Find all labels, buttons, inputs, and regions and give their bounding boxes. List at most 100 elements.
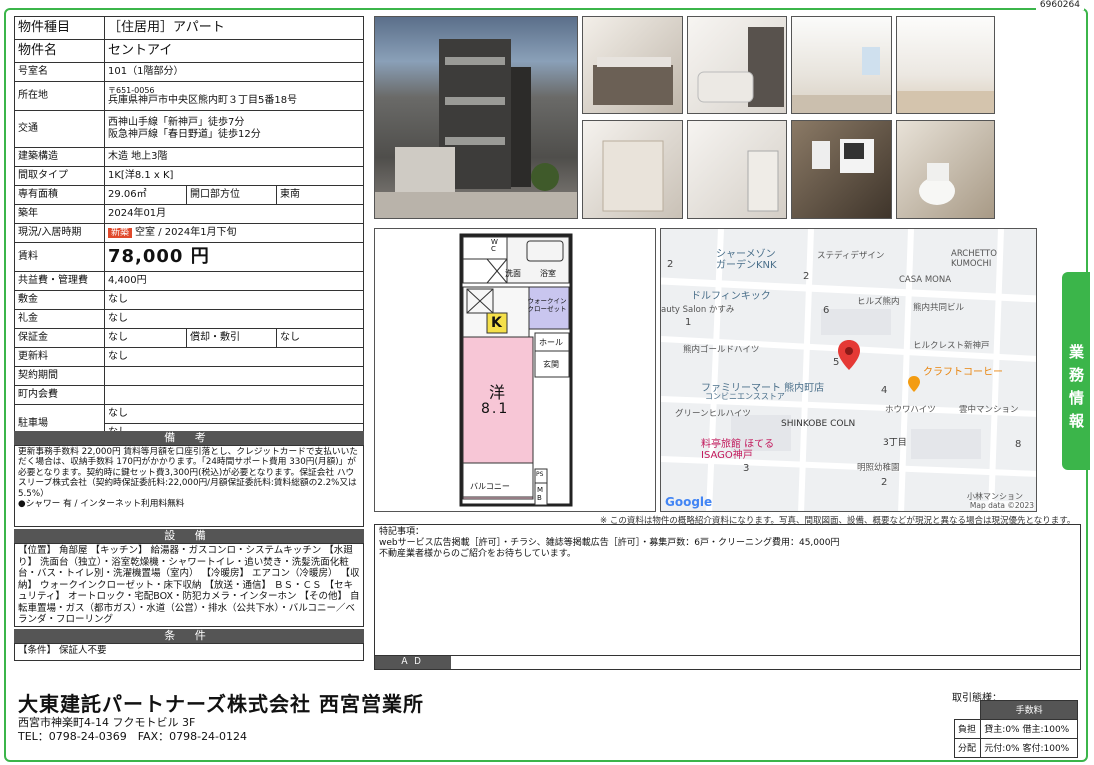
struct-label: 建築構造 xyxy=(14,147,105,167)
equipment-box: 【位置】 角部屋 【キッチン】 給湯器・ガスコンロ・システムキッチン 【水廻り】… xyxy=(14,543,364,627)
layout-value: 1K[洋8.1 x K] xyxy=(104,166,364,186)
status-cell: 新築 空室 / 2024年1月下旬 xyxy=(104,223,364,243)
company-name: 大東建託パートナーズ株式会社 西宮営業所 xyxy=(18,692,424,716)
map-label-2: ARCHETTO KUMOCHI xyxy=(951,249,997,269)
map-number-7: 8 xyxy=(1015,439,1022,450)
conditions-body: 【条件】 保証人不要 xyxy=(18,645,107,656)
map-label-3: CASA MONA xyxy=(899,275,952,285)
room-photo xyxy=(896,16,995,114)
term-value xyxy=(104,366,364,386)
dir-label: 開口部方位 xyxy=(186,185,277,205)
conditions-box: 【条件】 保証人不要 xyxy=(14,643,364,661)
map-label-8: 熊内ゴールドハイツ xyxy=(683,345,760,355)
assoc-value xyxy=(104,385,364,405)
location-pin-icon[interactable] xyxy=(837,339,861,371)
addr-zip: 〒651-0056 xyxy=(108,85,155,95)
built-value: 2024年01月 xyxy=(104,204,364,224)
map-label-12: クラフトコーヒー xyxy=(923,367,1003,378)
map-label-1: ステディデザイン xyxy=(817,251,885,261)
map-number-3: 6 xyxy=(823,305,830,316)
term-label: 契約期間 xyxy=(14,366,105,386)
floor-plan: W C 洗面 浴室 ウォークイン クローゼット K ホール 玄関 洋 8.1 バ… xyxy=(374,228,656,512)
room-label: 号室名 xyxy=(14,62,105,82)
map-label-14: ホウワハイツ xyxy=(885,405,936,415)
assoc-label: 町内会費 xyxy=(14,385,105,405)
map-label-0: シャーメゾン ガーデンKNK xyxy=(716,249,777,271)
rent-label: 賃料 xyxy=(14,242,105,272)
map-label-9: ヒルクレスト新神戸 xyxy=(913,341,990,351)
dir-value: 東南 xyxy=(276,185,364,205)
status-label: 現況/入居時期 xyxy=(14,223,105,243)
traffic-cell: 西神山手線「新神戸」徒歩7分 阪急神戸線「春日野道」徒歩12分 xyxy=(104,110,364,148)
type-value: ［住居用］アパート xyxy=(104,16,364,40)
fp-balcony: バルコニー xyxy=(470,482,510,491)
guar-value: なし xyxy=(104,328,187,348)
map-label-11: コンビニエンスストア xyxy=(705,392,785,401)
map-label-16: SHINKOBE COLN xyxy=(781,419,856,429)
google-logo: Google xyxy=(665,495,713,509)
addr-value: 兵庫県神戸市中央区熊内町３丁目5番18号 xyxy=(108,94,298,106)
struct-value: 木造 地上3階 xyxy=(104,147,364,167)
fee-row2-value: 元付:0% 客付:100% xyxy=(980,737,1078,758)
ad-label: ＡＤ xyxy=(375,656,451,669)
building-illustration xyxy=(375,39,577,218)
addr-label: 所在地 xyxy=(14,81,105,111)
room-value: 101（1階部分） xyxy=(104,62,364,82)
notes-body: 更新事務手数料 22,000円 賃料等月額を口座引落とし、クレジットカードで支払… xyxy=(18,447,358,499)
intercom-photo xyxy=(791,120,892,219)
side-tab-business-info[interactable]: 業務情報 xyxy=(1062,272,1090,470)
company-phone: TEL：0798-24-0369 FAX：0798-24-0124 xyxy=(18,730,248,743)
fee-table: 手数料 負担 貸主:0% 借主:100% 分配 元付:0% 客付:100% xyxy=(953,700,1078,758)
fee-value: 4,400円 xyxy=(104,271,364,291)
location-map[interactable]: シャーメゾン ガーデンKNK ステディデザイン ARCHETTO KUMOCHI… xyxy=(660,228,1037,512)
equipment-body: 【位置】 角部屋 【キッチン】 給湯器・ガスコンロ・システムキッチン 【水廻り】… xyxy=(18,545,360,625)
map-label-15: 雲中マンション xyxy=(959,405,1019,415)
company-contact: 西宮市神楽町4-14 フクモトビル 3F TEL：0798-24-0369 FA… xyxy=(18,716,247,744)
map-number-5: 4 xyxy=(881,385,888,396)
remarks-line-2: 不動産業者様からのご紹介をお待ちしています。 xyxy=(379,549,576,559)
remarks-line-1: webサービス広告掲載［許可］・チラシ、雑誌等掲載広告［許可］・募集戸数：6戸・… xyxy=(379,538,840,548)
area-label: 専有面積 xyxy=(14,185,105,205)
amort-value: なし xyxy=(276,328,364,348)
map-label-17: 3丁目 xyxy=(883,438,907,448)
equipment-header: 設 備 xyxy=(14,529,364,543)
building-exterior-photo xyxy=(374,16,578,219)
fee-blank xyxy=(955,701,981,720)
park-value-1: なし xyxy=(104,404,364,424)
company-address: 西宮市神楽町4-14 フクモトビル 3F xyxy=(18,716,196,729)
map-credit: Map data ©2023 xyxy=(969,501,1034,510)
toilet-photo xyxy=(896,120,995,219)
fp-room-label: 洋 xyxy=(489,383,506,402)
document-id: 6960264 xyxy=(1035,0,1084,10)
area-value: 29.06㎡ xyxy=(104,185,187,205)
fee-row2-label: 分配 xyxy=(953,737,982,758)
coffee-pin-icon[interactable] xyxy=(907,375,921,393)
deposit-label: 敷金 xyxy=(14,290,105,310)
fp-kitchen: K xyxy=(491,315,502,331)
remarks-title: 特記事項： xyxy=(379,527,425,537)
kitchen-photo xyxy=(582,16,683,114)
washroom-photo xyxy=(687,120,787,219)
living-room-photo xyxy=(791,16,892,114)
ad-row: ＡＤ xyxy=(374,655,1081,670)
rent-value: 78,000 円 xyxy=(104,242,364,272)
property-spec-table: 物件種目 ［住居用］アパート 物件名 セントアイ 号室名 101（1階部分） 所在地〒… xyxy=(14,16,364,443)
fp-closet: ウォークイン クローゼット xyxy=(527,297,567,313)
map-label-5: auty Salon かすみ xyxy=(661,305,735,315)
traffic-line-1: 西神山手線「新神戸」徒歩7分 xyxy=(108,117,245,128)
map-label-18: 料亭旅館 ほてる ISAGO神戸 xyxy=(701,439,775,461)
bathroom-photo xyxy=(687,16,787,114)
name-value: セントアイ xyxy=(104,39,364,63)
type-label: 物件種目 xyxy=(14,16,105,40)
key-label: 礼金 xyxy=(14,309,105,329)
amort-label: 償却・敷引 xyxy=(186,328,277,348)
map-label-4: ドルフィンキック xyxy=(691,291,771,302)
new-badge: 新築 xyxy=(108,228,133,238)
fp-mb: M B xyxy=(537,486,544,502)
map-number-2: 1 xyxy=(685,317,692,328)
closet-photo xyxy=(582,120,683,219)
guar-label: 保証金 xyxy=(14,328,105,348)
fp-wc: W C xyxy=(491,238,498,253)
fp-ps: PS xyxy=(536,471,544,478)
key-value: なし xyxy=(104,309,364,329)
